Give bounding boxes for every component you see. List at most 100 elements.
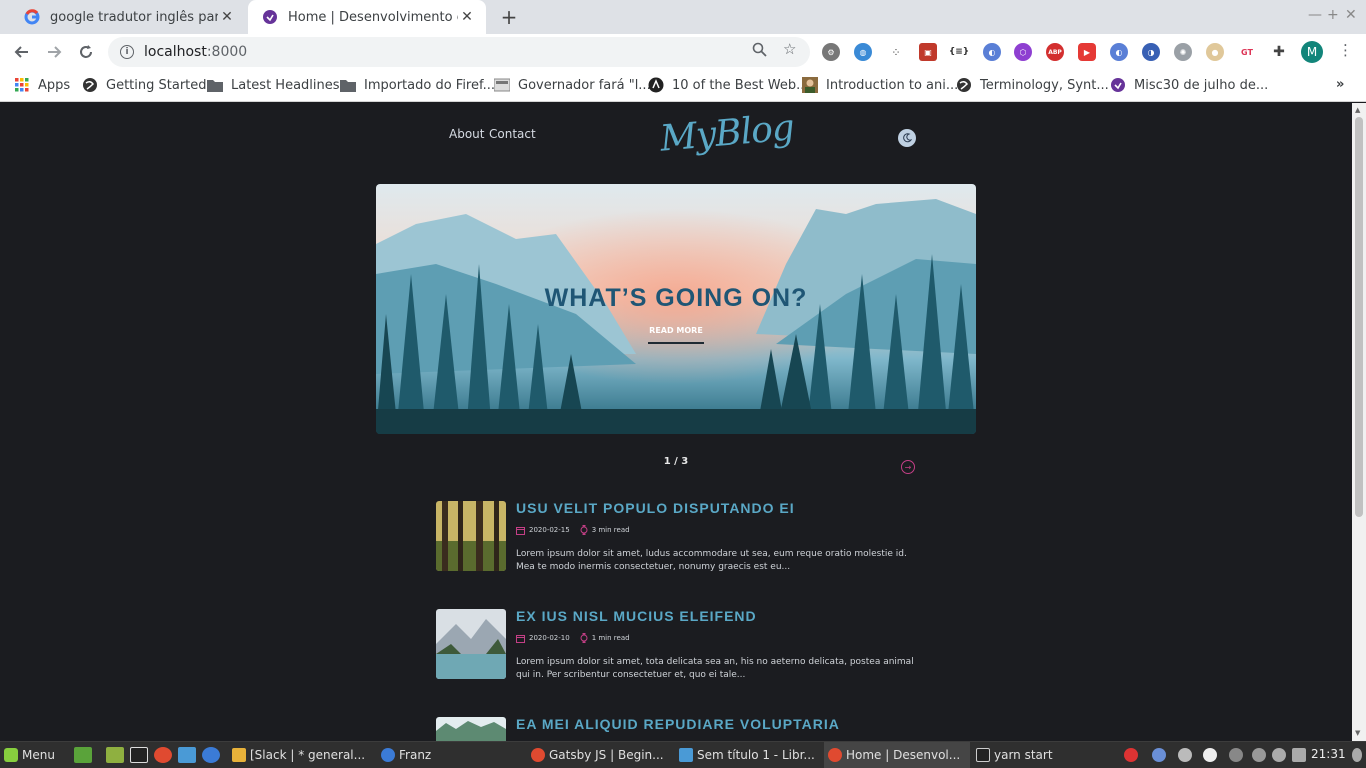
writer-launcher-icon[interactable] xyxy=(178,747,196,763)
wifi-tray-icon[interactable] xyxy=(1272,748,1286,762)
post-card[interactable]: USU VELIT POPULO DISPUTANDO EI 2020-02-1… xyxy=(436,500,916,581)
close-window-icon[interactable]: ✕ xyxy=(1345,7,1357,23)
chrome-launcher-icon[interactable] xyxy=(154,747,172,763)
terminal-icon[interactable] xyxy=(130,747,148,763)
bookmark-star-icon[interactable]: ☆ xyxy=(783,40,796,58)
extension-devtools-icon[interactable]: ◑ xyxy=(1142,43,1160,61)
avatar-icon xyxy=(802,77,818,93)
profile-avatar[interactable]: M xyxy=(1301,41,1323,63)
battery-tray-icon[interactable] xyxy=(1292,748,1306,762)
forward-icon[interactable] xyxy=(41,39,67,65)
close-tab-icon[interactable]: ✕ xyxy=(218,8,236,26)
back-icon[interactable] xyxy=(9,39,35,65)
taskbar-window-label: Franz xyxy=(399,748,432,762)
taskbar-window-terminal[interactable]: yarn start xyxy=(972,742,1092,768)
mint-logo-icon xyxy=(4,748,18,762)
next-slide-icon[interactable]: → xyxy=(901,460,915,474)
moon-icon[interactable] xyxy=(898,129,916,147)
address-host: localhost xyxy=(144,44,207,60)
bookmark-getting-started[interactable]: Getting Started xyxy=(82,77,207,93)
bookmark-10-best-web[interactable]: 10 of the Best Web... xyxy=(648,77,808,93)
bookmark-terminology[interactable]: Terminology, Synt... xyxy=(956,77,1109,93)
slider-pagination: 1 / 3 xyxy=(663,456,689,467)
new-tab-button[interactable]: + xyxy=(498,5,520,29)
page-scrollbar[interactable]: ▲ ▼ xyxy=(1352,103,1366,741)
calendar-icon xyxy=(516,526,525,535)
browser-tab[interactable]: google tradutor inglês para por ✕ xyxy=(10,0,246,34)
start-menu-button[interactable]: Menu xyxy=(4,742,55,768)
bookmark-misc[interactable]: Misc30 de julho de... xyxy=(1110,77,1268,93)
bookmark-label: Apps xyxy=(38,77,71,93)
bookmark-introduction[interactable]: Introduction to ani... xyxy=(802,77,958,93)
adblock-icon[interactable]: ABP xyxy=(1046,43,1064,61)
system-clock[interactable]: 21:31 xyxy=(1311,747,1346,761)
scroll-down-icon[interactable]: ▼ xyxy=(1355,729,1360,737)
taskbar-window-libreoffice[interactable]: Sem título 1 - Libr... xyxy=(675,742,823,768)
close-tab-icon[interactable]: ✕ xyxy=(458,8,476,26)
post-title[interactable]: EX IUS NISL MUCIUS ELEIFEND xyxy=(516,608,757,624)
scrollbar-thumb[interactable] xyxy=(1355,117,1363,517)
post-card[interactable]: EA MEI ALIQUID REPUDIARE VOLUPTARIA xyxy=(436,716,916,741)
extension-puzzle-icon[interactable]: ▣ xyxy=(919,43,937,61)
show-desktop-icon[interactable] xyxy=(74,747,92,763)
taskbar-window-franz[interactable]: Franz xyxy=(377,742,525,768)
globe-icon xyxy=(82,77,98,93)
minimize-icon[interactable]: — xyxy=(1308,7,1322,23)
zoom-icon[interactable] xyxy=(752,42,767,61)
bookmark-importado[interactable]: Importado do Firef... xyxy=(340,77,495,93)
read-more-link[interactable]: READ MORE xyxy=(648,326,704,344)
extension-globe-icon[interactable]: ◍ xyxy=(854,43,872,61)
user-tray-icon[interactable] xyxy=(1252,748,1266,762)
nav-about-link[interactable]: About xyxy=(449,127,484,141)
browser-menu-icon[interactable]: ⋮ xyxy=(1338,41,1353,59)
skype-tray-icon[interactable] xyxy=(1203,748,1217,762)
taskbar-window-label: Gatsby JS | Begin... xyxy=(549,748,664,762)
post-thumbnail[interactable] xyxy=(436,717,506,741)
browser-tab-strip: google tradutor inglês para por ✕ Home |… xyxy=(0,0,1366,34)
vpn-shield-tray-icon[interactable] xyxy=(1152,748,1166,762)
extension-redux-icon[interactable]: ◐ xyxy=(1110,43,1128,61)
address-bar[interactable]: i localhost:8000 xyxy=(108,37,810,67)
start-menu-label: Menu xyxy=(22,748,55,762)
post-title[interactable]: USU VELIT POPULO DISPUTANDO EI xyxy=(516,500,795,516)
taskbar-window-gatsby[interactable]: Gatsby JS | Begin... xyxy=(527,742,675,768)
site-info-icon[interactable]: i xyxy=(120,45,134,59)
bookmark-label: Introduction to ani... xyxy=(826,77,959,93)
bookmark-latest-headlines[interactable]: Latest Headlines xyxy=(207,77,340,93)
extension-settings-icon[interactable]: ✺ xyxy=(1174,43,1192,61)
post-thumbnail[interactable] xyxy=(436,609,506,679)
taskbar-window-home-active[interactable]: Home | Desenvol... xyxy=(824,742,970,768)
maximize-icon[interactable]: + xyxy=(1327,7,1339,23)
post-title[interactable]: EA MEI ALIQUID REPUDIARE VOLUPTARIA xyxy=(516,716,840,732)
redshift-tray-icon[interactable] xyxy=(1124,748,1138,762)
extension-graphql-icon[interactable]: ⬡ xyxy=(1014,43,1032,61)
post-thumbnail[interactable] xyxy=(436,501,506,571)
taskbar-window-slack[interactable]: [Slack | * general... xyxy=(228,742,374,768)
extension-cookie-icon[interactable]: ● xyxy=(1206,43,1224,61)
extension-react-icon[interactable]: ◐ xyxy=(983,43,1001,61)
nav-contact-link[interactable]: Contact xyxy=(489,127,536,141)
extension-video-icon[interactable]: ▶ xyxy=(1078,43,1096,61)
slack-tray-icon[interactable] xyxy=(1178,748,1192,762)
taskbar-window-label: [Slack | * general... xyxy=(250,748,366,762)
bookmark-apps[interactable]: Apps xyxy=(14,77,70,93)
more-bookmarks-icon[interactable]: » xyxy=(1336,77,1344,92)
post-date: 2020-02-10 xyxy=(529,634,570,642)
post-card[interactable]: EX IUS NISL MUCIUS ELEIFEND 2020-02-10 1… xyxy=(436,608,916,689)
reload-icon[interactable] xyxy=(73,39,99,65)
extension-gear-icon[interactable]: ⚙ xyxy=(822,43,840,61)
extension-dots-icon[interactable]: ⁘ xyxy=(887,43,905,61)
tab-title: google tradutor inglês para por xyxy=(50,9,218,25)
calendar-icon xyxy=(516,634,525,643)
scroll-up-icon[interactable]: ▲ xyxy=(1355,106,1360,114)
browser-tab-active[interactable]: Home | Desenvolvimento é mir ✕ xyxy=(248,0,486,34)
site-logo[interactable]: MyBlog xyxy=(658,107,795,160)
franz-launcher-icon[interactable] xyxy=(202,747,220,763)
extension-json-icon[interactable]: {≡} xyxy=(949,43,969,61)
extension-translate-icon[interactable]: GT xyxy=(1238,43,1256,61)
bluetooth-tray-icon[interactable] xyxy=(1229,748,1243,762)
volume-tray-icon[interactable] xyxy=(1352,748,1362,762)
files-icon[interactable] xyxy=(106,747,124,763)
extensions-puzzle-icon[interactable]: ✚ xyxy=(1270,43,1288,61)
bookmark-governador[interactable]: Governador fará "l... xyxy=(494,77,651,93)
